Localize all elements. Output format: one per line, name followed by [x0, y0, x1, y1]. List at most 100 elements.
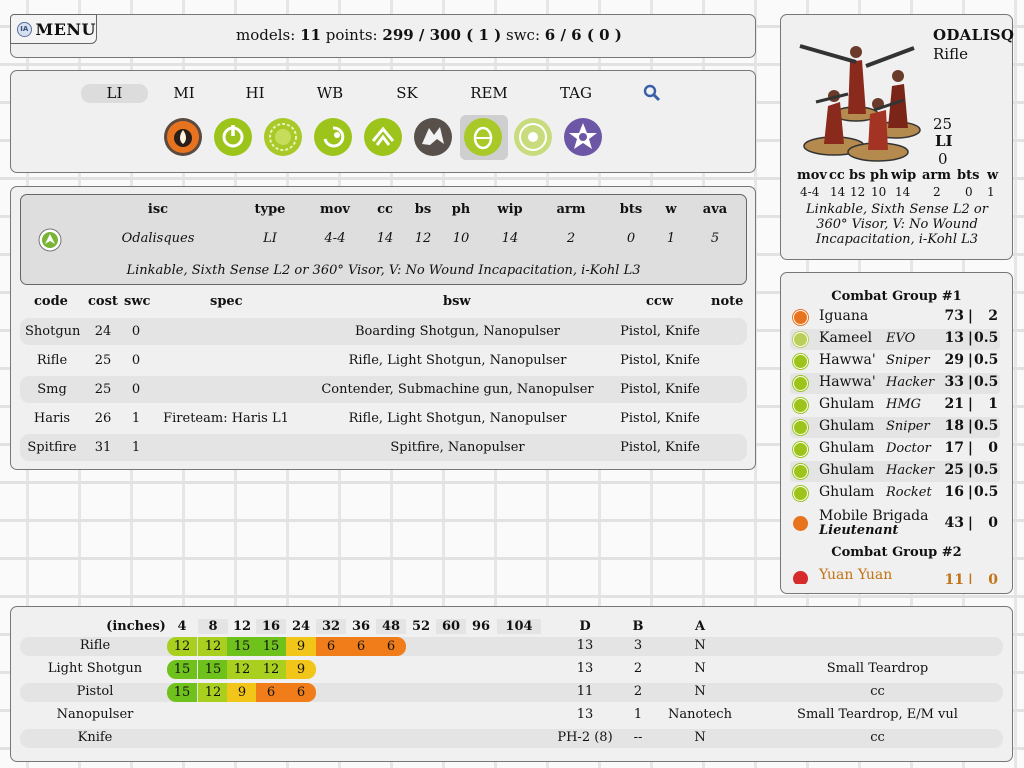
unit-faction-icon: [793, 376, 808, 391]
tab-mi[interactable]: MI: [164, 84, 204, 103]
egg-shield-icon[interactable]: [463, 117, 503, 157]
weapons-header-d: D: [579, 619, 591, 634]
army-unit-name: Hawwa': [819, 352, 876, 368]
unit-faction-icon: [793, 332, 808, 347]
wolf-icon[interactable]: [413, 117, 453, 157]
profile-value-arm: 2: [566, 231, 576, 246]
army-unit-swc: 0.5: [974, 462, 999, 478]
army-unit-profile: Doctor: [886, 441, 931, 456]
profile-header-mov: mov: [320, 202, 350, 217]
card-value-bts: 0: [965, 185, 973, 199]
option-bsw: Spitfire, Nanopulser: [390, 440, 525, 455]
tab-wb[interactable]: WB: [308, 84, 352, 103]
army-unit-kameel-1[interactable]: Kameel EVO 13 | 0.5: [790, 329, 1000, 350]
option-row-rifle[interactable]: Rifle 25 0 Rifle, Light Shotgun, Nanopulser…: [20, 347, 747, 374]
tab-tag[interactable]: TAG: [552, 84, 600, 103]
option-code: Spitfire: [27, 440, 77, 455]
tab-sk[interactable]: SK: [386, 84, 428, 103]
option-ccw: Pistol, Knife: [620, 382, 700, 397]
profile-value-bs: 12: [414, 231, 432, 246]
weapon-traits: Small Teardrop: [826, 661, 929, 676]
army-unit-ghulam-7[interactable]: Ghulam Hacker 25 | 0.5: [790, 461, 1000, 482]
option-row-spitfire[interactable]: Spitfire 31 1 Spitfire, Nanopulser Pistol, K…: [20, 434, 747, 461]
army-unit-swc: 0.5: [974, 484, 999, 500]
army-unit-hawwa-2[interactable]: Hawwa' Sniper 29 | 0.5: [790, 351, 1000, 372]
yuan-yuan-unit-icon: [793, 571, 808, 584]
army-unit-swc: 0.5: [974, 374, 999, 390]
army-unit-swc: 2: [988, 308, 998, 324]
option-ccw: Pistol, Knife: [620, 353, 700, 368]
options-header-spec: spec: [210, 294, 243, 309]
profile-skills: Linkable, Sixth Sense L2 or 360° Visor, …: [126, 263, 641, 278]
profile-value-mov: 4-4: [324, 231, 346, 246]
options-header-bsw: bsw: [443, 294, 471, 309]
ringed-star-icon[interactable]: [513, 117, 553, 157]
army-unit-iguana-0[interactable]: Iguana 73 | 2: [790, 307, 1000, 328]
weapons-header-b: B: [632, 619, 644, 634]
army-unit-yuan-yuan[interactable]: Yuan Yuan 11 | 0: [790, 566, 1000, 584]
army-unit-hawwa-3[interactable]: Hawwa' Hacker 33 | 0.5: [790, 373, 1000, 394]
army-unit-separator: |: [967, 396, 973, 412]
army-unit-ghulam-6[interactable]: Ghulam Doctor 17 | 0: [790, 439, 1000, 460]
army-unit-name: Yuan Yuan: [819, 567, 893, 583]
moon-circle-icon[interactable]: [313, 117, 353, 157]
options-header-swc: swc: [124, 294, 151, 309]
profile-header-wip: wip: [497, 202, 523, 217]
profile-header-ava: ava: [702, 202, 728, 217]
army-unit-profile: Sniper: [886, 419, 930, 434]
army-unit-swc: 1: [988, 396, 998, 412]
menu-button[interactable]: IA MENU: [10, 14, 97, 44]
orange-flame-icon[interactable]: [163, 117, 203, 157]
army-unit-name: Ghulam: [819, 440, 875, 456]
unit-faction-icon: [793, 354, 808, 369]
army-unit-ghulam-4[interactable]: Ghulam HMG 21 | 1: [790, 395, 1000, 416]
card-header-cc: cc: [829, 168, 845, 183]
options-header-cost: cost: [88, 294, 118, 309]
option-row-smg[interactable]: Smg 25 0 Contender, Submachine gun, Nanopul…: [20, 376, 747, 403]
weapon-a: N: [694, 661, 706, 676]
option-swc: 0: [131, 353, 141, 368]
army-unit-lieutenant[interactable]: Mobile Brigada Lieutenant 43 | 0: [790, 507, 1000, 539]
search-icon[interactable]: [643, 84, 661, 102]
army-unit-ghulam-8[interactable]: Ghulam Rocket 16 | 0.5: [790, 483, 1000, 504]
option-row-haris[interactable]: Haris 26 1 Fireteam: Haris L1 Rifle, Light S…: [20, 405, 747, 432]
card-header-wip: wip: [891, 168, 917, 183]
range-modifier: 15: [227, 637, 257, 656]
range-header-60: 60: [436, 619, 466, 634]
sunburst-icon[interactable]: [263, 117, 303, 157]
option-row-shotgun[interactable]: Shotgun 24 0 Boarding Shotgun, Nanopulser Pi…: [20, 318, 747, 345]
weapon-name: Light Shotgun: [47, 661, 143, 676]
weapon-a: N: [694, 638, 706, 653]
army-unit-points: 17: [944, 440, 964, 456]
card-value-w: 1: [987, 185, 995, 199]
option-ccw: Pistol, Knife: [620, 411, 700, 426]
option-cost: 31: [94, 440, 112, 455]
weapon-row-nanopulser: Nanopulser 13 1 Nanotech Small Teardrop, E/M…: [20, 706, 1003, 725]
army-unit-points: 16: [944, 484, 964, 500]
army-unit-name: Iguana: [819, 308, 869, 324]
range-header-36: 36: [351, 619, 371, 634]
tab-rem[interactable]: REM: [463, 84, 515, 103]
army-unit-separator: |: [967, 484, 973, 500]
tab-hi[interactable]: HI: [235, 84, 275, 103]
profile-header-ph: ph: [451, 202, 471, 217]
weapon-traits: Small Teardrop, E/M vul: [797, 707, 958, 722]
range-modifier: 12: [198, 637, 228, 656]
army-unit-name: Kameel: [819, 330, 873, 346]
skull-star-icon[interactable]: [563, 117, 603, 157]
army-unit-profile: Lieutenant: [819, 523, 899, 538]
card-value-cc: 14: [830, 185, 846, 199]
army-unit-name: Ghulam: [819, 396, 875, 412]
range-header-52: 52: [411, 619, 431, 634]
army-unit-points: 13: [944, 330, 964, 346]
profile-header-w: w: [665, 202, 677, 217]
army-unit-ghulam-5[interactable]: Ghulam Sniper 18 | 0.5: [790, 417, 1000, 438]
power-circle-icon[interactable]: [213, 117, 253, 157]
army-unit-points: 43: [944, 515, 964, 531]
range-modifier: 6: [316, 637, 346, 656]
army-unit-swc: 0.5: [974, 352, 999, 368]
range-modifier: 15: [256, 637, 286, 656]
knot-icon[interactable]: [363, 117, 403, 157]
tab-li[interactable]: LI: [81, 84, 148, 103]
army-unit-points: 25: [944, 462, 964, 478]
